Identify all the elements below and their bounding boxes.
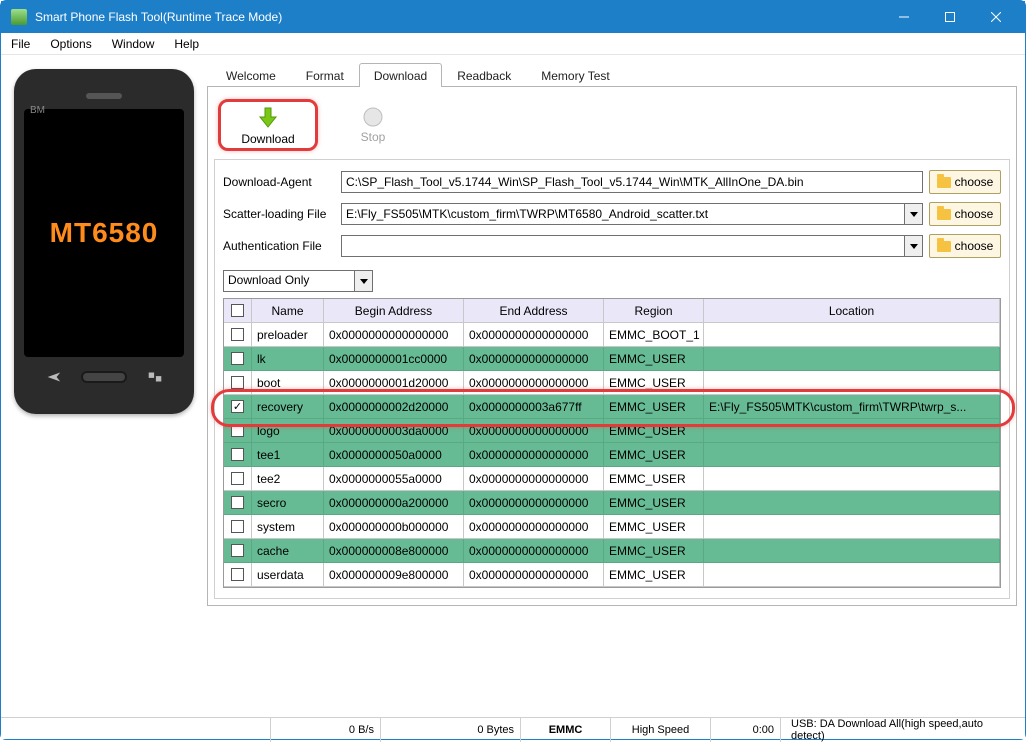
table-row[interactable]: recovery0x0000000002d200000x0000000003a6… — [224, 395, 1000, 419]
da-field[interactable]: C:\SP_Flash_Tool_v5.1744_Win\SP_Flash_To… — [341, 171, 923, 193]
titlebar: Smart Phone Flash Tool(Runtime Trace Mod… — [1, 1, 1025, 33]
table-row[interactable]: userdata0x000000009e8000000x000000000000… — [224, 563, 1000, 587]
row-checkbox[interactable] — [231, 352, 244, 365]
menubar: File Options Window Help — [1, 33, 1025, 55]
stop-icon — [362, 106, 384, 128]
stop-label: Stop — [361, 130, 386, 144]
chevron-down-icon — [354, 271, 372, 291]
statusbar: 0 B/s 0 Bytes EMMC High Speed 0:00 USB: … — [1, 717, 1025, 739]
status-storage: EMMC — [521, 718, 611, 742]
status-speed: 0 B/s — [271, 718, 381, 742]
table-row[interactable]: preloader0x00000000000000000x00000000000… — [224, 323, 1000, 347]
folder-icon — [937, 209, 951, 220]
col-end[interactable]: End Address — [464, 299, 604, 323]
download-button[interactable]: Download — [233, 106, 303, 146]
recent-icon — [146, 370, 164, 384]
download-arrow-icon — [256, 106, 280, 130]
row-checkbox[interactable] — [231, 544, 244, 557]
minimize-button[interactable] — [881, 1, 927, 33]
table-row[interactable]: tee20x0000000055a00000x0000000000000000E… — [224, 467, 1000, 491]
folder-icon — [937, 177, 951, 188]
status-mode: High Speed — [611, 718, 711, 742]
row-checkbox[interactable] — [231, 496, 244, 509]
home-icon — [81, 371, 127, 383]
table-row[interactable]: boot0x0000000001d200000x0000000000000000… — [224, 371, 1000, 395]
tab-memory-test[interactable]: Memory Test — [526, 63, 624, 87]
download-label: Download — [241, 132, 294, 146]
select-all-checkbox[interactable] — [231, 304, 244, 317]
col-begin[interactable]: Begin Address — [324, 299, 464, 323]
status-time: 0:00 — [711, 718, 781, 742]
row-checkbox[interactable] — [231, 424, 244, 437]
row-checkbox[interactable] — [231, 328, 244, 341]
table-header: Name Begin Address End Address Region Lo… — [224, 299, 1000, 323]
menu-options[interactable]: Options — [46, 35, 95, 53]
menu-file[interactable]: File — [7, 35, 34, 53]
auth-choose-button[interactable]: choose — [929, 234, 1001, 258]
table-row[interactable]: tee10x0000000050a00000x0000000000000000E… — [224, 443, 1000, 467]
col-name[interactable]: Name — [252, 299, 324, 323]
scatter-label: Scatter-loading File — [223, 207, 335, 221]
phone-brand: BM — [30, 105, 45, 116]
row-checkbox[interactable] — [231, 472, 244, 485]
col-region[interactable]: Region — [604, 299, 704, 323]
table-row[interactable]: cache0x000000008e8000000x000000000000000… — [224, 539, 1000, 563]
maximize-button[interactable] — [927, 1, 973, 33]
window-title: Smart Phone Flash Tool(Runtime Trace Mod… — [35, 10, 282, 24]
tab-format[interactable]: Format — [291, 63, 359, 87]
scatter-field[interactable]: E:\Fly_FS505\MTK\custom_firm\TWRP\MT6580… — [341, 203, 923, 225]
auth-field[interactable] — [341, 235, 923, 257]
folder-icon — [937, 241, 951, 252]
back-icon — [44, 370, 62, 384]
da-choose-button[interactable]: choose — [929, 170, 1001, 194]
tab-welcome[interactable]: Welcome — [211, 63, 291, 87]
tab-download[interactable]: Download — [359, 63, 442, 87]
row-checkbox[interactable] — [231, 520, 244, 533]
col-location[interactable]: Location — [704, 299, 1000, 323]
row-checkbox[interactable] — [231, 568, 244, 581]
table-row[interactable]: lk0x0000000001cc00000x0000000000000000EM… — [224, 347, 1000, 371]
status-usb: USB: DA Download All(high speed,auto det… — [781, 718, 1025, 742]
menu-help[interactable]: Help — [170, 35, 203, 53]
partition-table: Name Begin Address End Address Region Lo… — [223, 298, 1001, 588]
scatter-choose-button[interactable]: choose — [929, 202, 1001, 226]
tab-readback[interactable]: Readback — [442, 63, 526, 87]
close-button[interactable] — [973, 1, 1019, 33]
app-icon — [11, 9, 27, 25]
stop-button[interactable]: Stop — [338, 106, 408, 144]
row-checkbox[interactable] — [231, 448, 244, 461]
auth-label: Authentication File — [223, 239, 335, 253]
table-row[interactable]: secro0x000000000a2000000x000000000000000… — [224, 491, 1000, 515]
row-checkbox[interactable] — [231, 400, 244, 413]
status-bytes: 0 Bytes — [381, 718, 521, 742]
phone-preview: BM MT6580 — [9, 63, 199, 717]
da-label: Download-Agent — [223, 175, 335, 189]
menu-window[interactable]: Window — [108, 35, 159, 53]
row-checkbox[interactable] — [231, 376, 244, 389]
download-mode-select[interactable]: Download Only — [223, 270, 373, 292]
chevron-down-icon[interactable] — [904, 204, 922, 224]
download-button-highlight: Download — [218, 99, 318, 151]
table-row[interactable]: system0x000000000b0000000x00000000000000… — [224, 515, 1000, 539]
tab-strip: Welcome Format Download Readback Memory … — [207, 63, 1017, 87]
table-row[interactable]: logo0x0000000003da00000x0000000000000000… — [224, 419, 1000, 443]
phone-chip-label: MT6580 — [24, 109, 184, 357]
chevron-down-icon[interactable] — [904, 236, 922, 256]
